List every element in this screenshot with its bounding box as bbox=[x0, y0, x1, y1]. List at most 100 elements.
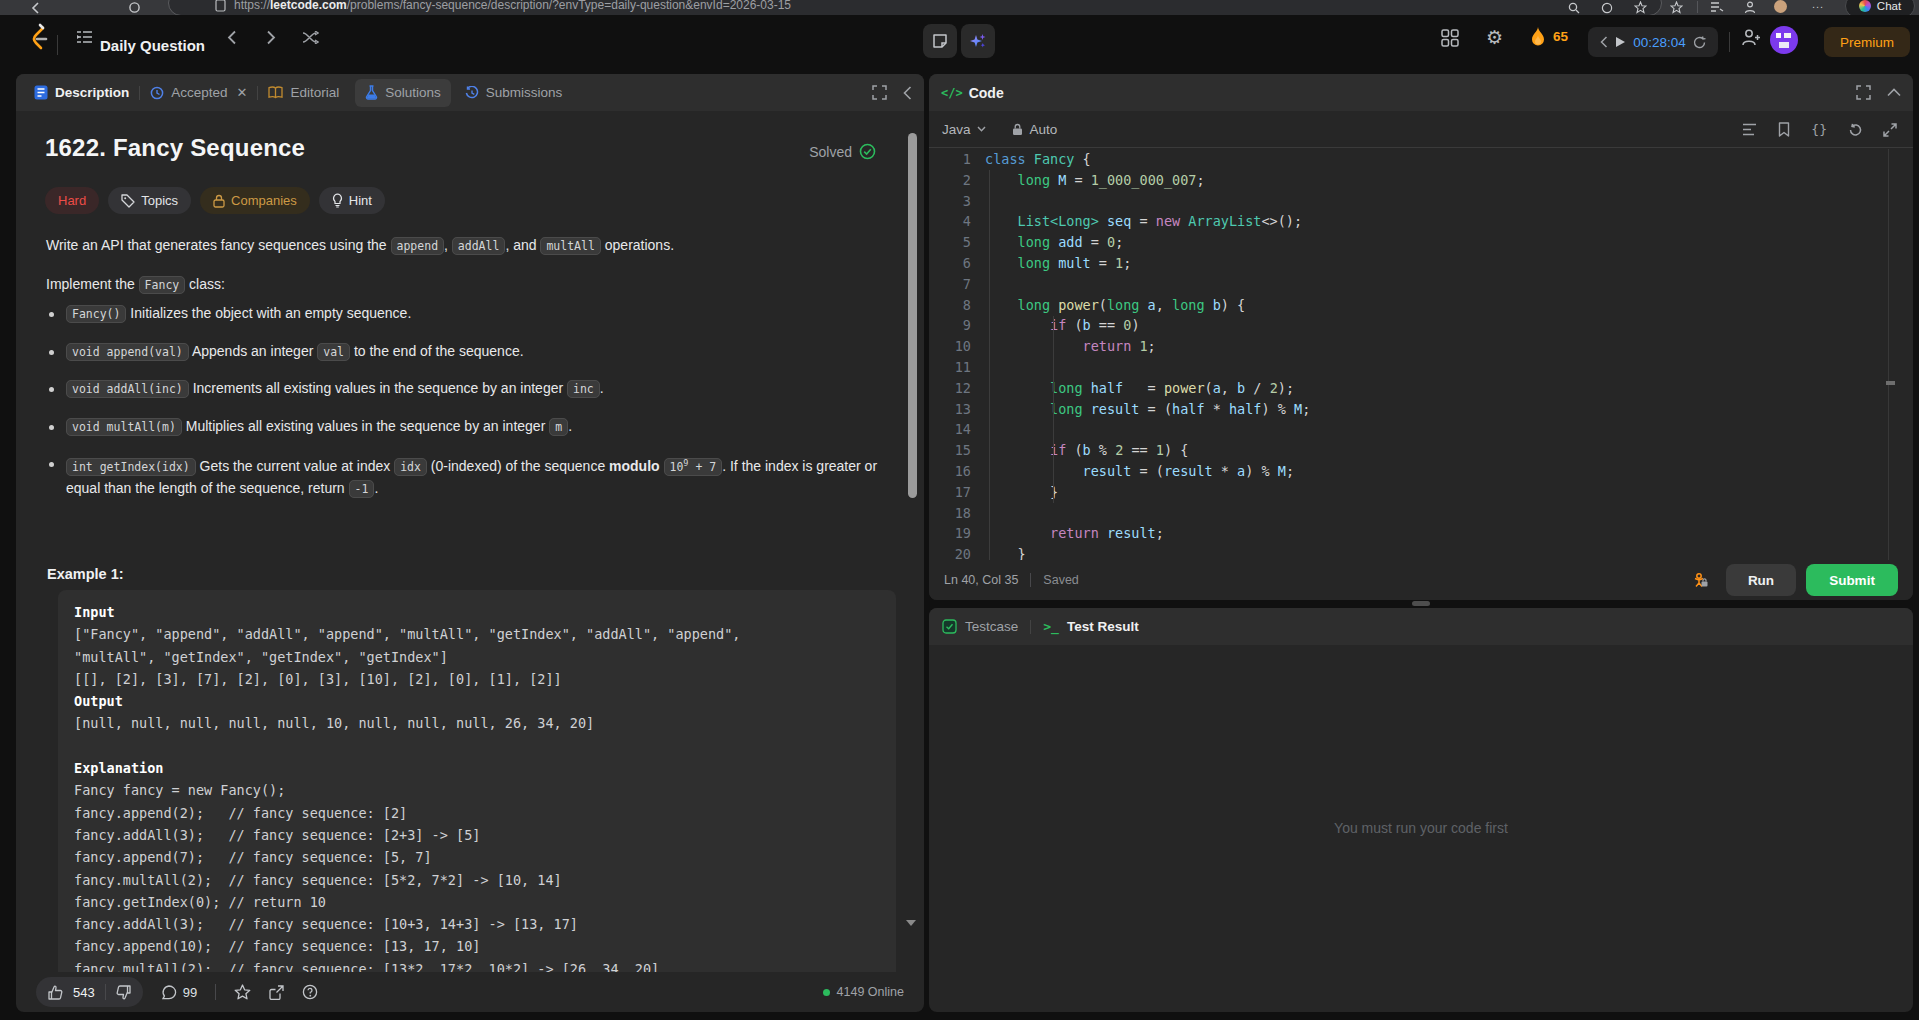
collections-icon[interactable] bbox=[1670, 1, 1683, 14]
brackets-icon[interactable]: {} bbox=[1811, 122, 1827, 137]
timer-play-icon[interactable] bbox=[1615, 36, 1626, 48]
editor-scrollbar-track[interactable] bbox=[1888, 149, 1889, 560]
timer-collapse-icon[interactable] bbox=[1600, 36, 1608, 48]
debugger-icon[interactable] bbox=[1692, 572, 1708, 588]
saved-status: Saved bbox=[1043, 573, 1078, 587]
problem-tabbar: Description Accepted ✕ Editorial Solutio… bbox=[16, 74, 924, 111]
code-line: 4 List<Long> seq = new ArrayList<>(); bbox=[929, 211, 1913, 232]
editor-statusbar: Ln 40, Col 35 Saved Run Submit bbox=[929, 560, 1913, 600]
random-question-icon[interactable] bbox=[302, 31, 319, 44]
fullscreen-editor-icon[interactable] bbox=[1883, 123, 1897, 137]
problem-scrollbar[interactable] bbox=[908, 133, 917, 498]
expand-code-icon[interactable] bbox=[1856, 85, 1871, 100]
example-line: fancy.append(10); // fancy sequence: [13… bbox=[74, 935, 880, 957]
run-button[interactable]: Run bbox=[1726, 564, 1796, 596]
reset-code-icon[interactable] bbox=[1848, 123, 1862, 137]
collapse-panel-icon[interactable] bbox=[903, 86, 912, 100]
vote-group: 543 bbox=[36, 977, 143, 1007]
settings-gear-icon[interactable]: ⚙ bbox=[1486, 26, 1503, 49]
example-line: fancy.addAll(3); // fancy sequence: [10+… bbox=[74, 913, 880, 935]
star-icon bbox=[234, 984, 251, 1000]
browser-address-field[interactable]: https://leetcode.com/problems/fancy-sequ… bbox=[168, 0, 1662, 15]
reading-list-icon[interactable] bbox=[1710, 2, 1724, 13]
favorite-star-icon[interactable] bbox=[1634, 1, 1647, 14]
panel-resize-handle[interactable] bbox=[1412, 601, 1430, 606]
add-friend-icon[interactable] bbox=[1742, 29, 1761, 46]
share-icon bbox=[269, 985, 284, 1000]
companies-chip[interactable]: Companies bbox=[200, 187, 310, 214]
notes-button[interactable] bbox=[923, 24, 957, 58]
language-selector[interactable]: Java bbox=[942, 122, 986, 137]
dashboard-grid-icon[interactable] bbox=[1441, 29, 1459, 47]
user-avatar[interactable] bbox=[1770, 26, 1798, 54]
tab-testcase[interactable]: Testcase bbox=[942, 619, 1018, 634]
bullet-item: void multAll(m) Multiplies all existing … bbox=[66, 416, 896, 439]
format-icon[interactable] bbox=[1742, 123, 1757, 136]
hint-chip[interactable]: Hint bbox=[319, 187, 385, 214]
code-editor[interactable]: 1class Fancy {2 long M = 1_000_000_007;3… bbox=[929, 149, 1913, 600]
search-icon[interactable] bbox=[1568, 2, 1580, 14]
nav-divider bbox=[57, 35, 58, 55]
example-block: Input["Fancy", "append", "addAll", "appe… bbox=[58, 590, 896, 972]
code-line: 17 } bbox=[929, 482, 1913, 503]
example-label: Example 1: bbox=[47, 566, 124, 582]
browser-menu-icon[interactable]: ... bbox=[1812, 0, 1824, 10]
browser-reload-icon[interactable] bbox=[128, 1, 141, 14]
submit-button[interactable]: Submit bbox=[1806, 564, 1898, 596]
difficulty-badge[interactable]: Hard bbox=[45, 187, 99, 214]
browser-back-icon[interactable] bbox=[30, 2, 44, 14]
browser-avatar[interactable] bbox=[1774, 0, 1787, 13]
comments-button[interactable]: 99 bbox=[161, 985, 197, 1000]
feedback-button[interactable] bbox=[302, 984, 318, 1000]
solved-status: Solved bbox=[809, 143, 876, 160]
leetcode-logo[interactable] bbox=[27, 23, 49, 51]
browser-url-bar: https://leetcode.com/problems/fancy-sequ… bbox=[0, 0, 1919, 15]
tab-accepted[interactable]: Accepted ✕ bbox=[140, 79, 257, 107]
topics-chip[interactable]: Topics bbox=[108, 187, 191, 214]
example-line: "multAll", "getIndex", "getIndex", "getI… bbox=[74, 646, 880, 668]
streak-count[interactable]: 65 bbox=[1553, 29, 1568, 44]
thumbs-down-icon[interactable] bbox=[116, 985, 131, 1000]
daily-question-label[interactable]: Daily Question bbox=[100, 37, 205, 54]
example-line: Explanation bbox=[74, 757, 880, 779]
timer-widget[interactable]: 00:28:04 bbox=[1588, 27, 1718, 57]
ai-assistant-button[interactable] bbox=[961, 24, 995, 58]
profile-icon[interactable] bbox=[1744, 1, 1756, 14]
tab-test-result[interactable]: >_ Test Result bbox=[1043, 619, 1138, 634]
bullet-item: int getIndex(idx) Gets the current value… bbox=[66, 453, 896, 501]
url-text: https://leetcode.com/problems/fancy-sequ… bbox=[234, 0, 791, 12]
copilot-chat-button[interactable]: Chat bbox=[1845, 0, 1915, 15]
tab-submissions[interactable]: Submissions bbox=[455, 79, 573, 107]
tab-editorial[interactable]: Editorial bbox=[258, 79, 349, 107]
note-icon bbox=[932, 33, 948, 49]
scroll-down-icon[interactable] bbox=[906, 920, 916, 926]
timer-reset-icon[interactable] bbox=[1693, 36, 1706, 49]
problem-list-icon[interactable] bbox=[76, 30, 93, 44]
code-line: 9 if (b == 0) bbox=[929, 315, 1913, 336]
split-screen-icon[interactable] bbox=[1601, 2, 1613, 14]
tab-solutions[interactable]: Solutions bbox=[355, 79, 451, 107]
nav-divider-2 bbox=[1729, 32, 1730, 52]
prev-question-icon[interactable] bbox=[227, 30, 237, 45]
streak-flame-icon[interactable] bbox=[1530, 27, 1546, 47]
page-info-icon[interactable] bbox=[215, 0, 226, 12]
premium-button[interactable]: Premium bbox=[1824, 27, 1910, 57]
leetcode-app: https://leetcode.com/problems/fancy-sequ… bbox=[0, 0, 1919, 1020]
next-question-icon[interactable] bbox=[266, 30, 276, 45]
tab-description[interactable]: Description bbox=[24, 79, 139, 107]
example-line: fancy.append(2); // fancy sequence: [2] bbox=[74, 802, 880, 824]
auto-toggle[interactable]: Auto bbox=[1012, 122, 1058, 137]
collapse-code-icon[interactable] bbox=[1887, 88, 1901, 97]
expand-panel-icon[interactable] bbox=[872, 85, 887, 100]
like-count: 543 bbox=[73, 985, 95, 1000]
share-button[interactable] bbox=[269, 985, 284, 1000]
editor-scrollbar-thumb[interactable] bbox=[1886, 381, 1895, 385]
problem-title: 1622. Fancy Sequence bbox=[45, 134, 305, 162]
bookmark-icon[interactable] bbox=[1778, 122, 1790, 137]
favorite-button[interactable] bbox=[234, 984, 251, 1000]
close-accepted-icon[interactable]: ✕ bbox=[237, 85, 248, 100]
example-line: fancy.getIndex(0); // return 10 bbox=[74, 891, 880, 913]
testcase-icon bbox=[942, 619, 957, 634]
thumbs-up-icon[interactable] bbox=[48, 985, 63, 1000]
code-line: 13 long result = (half * half) % M; bbox=[929, 399, 1913, 420]
